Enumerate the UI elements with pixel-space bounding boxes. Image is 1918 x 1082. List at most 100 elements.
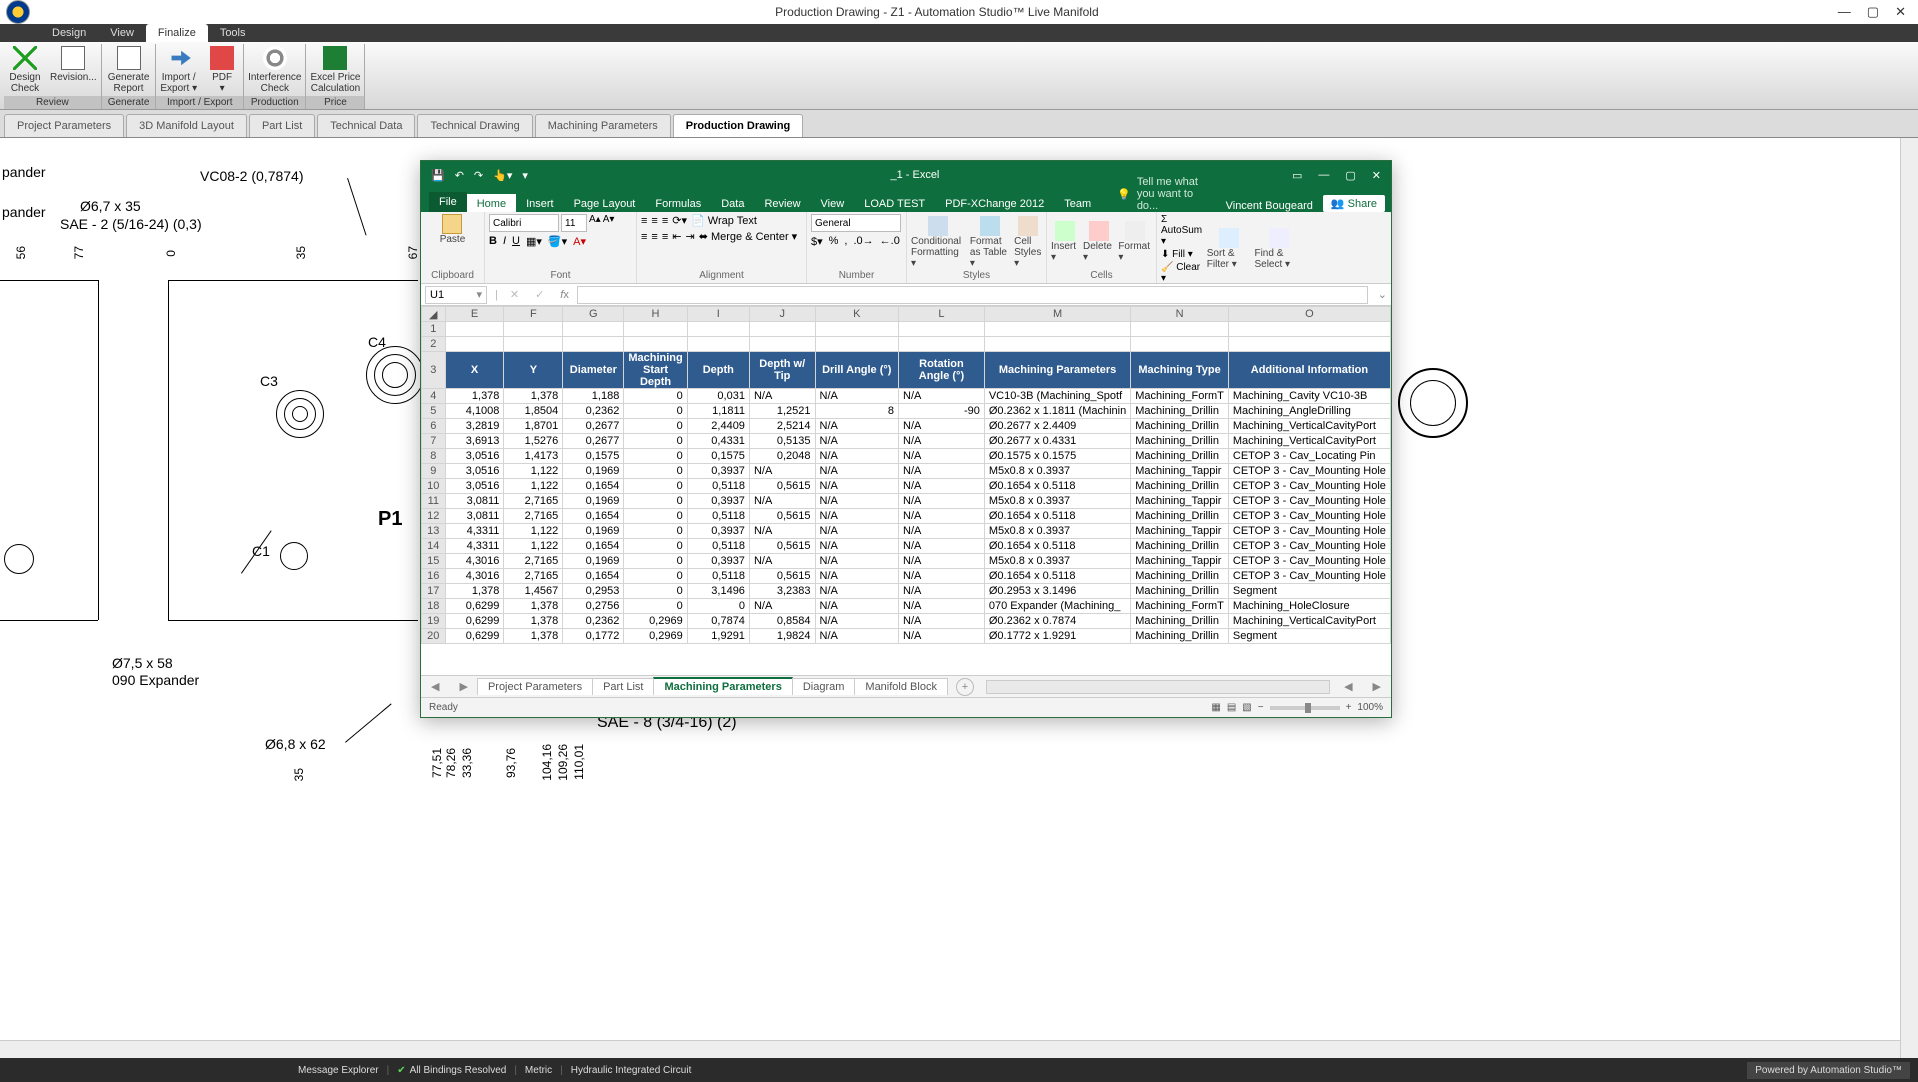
cell[interactable]: 1,378 [445,584,504,599]
cell[interactable]: Ø0.1654 x 0.5118 [984,539,1130,554]
cell[interactable] [984,322,1130,337]
cell[interactable]: 4,3311 [445,524,504,539]
excel-tab-team[interactable]: Team [1054,194,1101,214]
cell[interactable]: N/A [749,524,815,539]
col-header-L[interactable]: L [899,307,985,322]
app-tab-tools[interactable]: Tools [208,24,258,42]
font-grow-icon[interactable]: A▴ [589,214,601,232]
cell-styles-button[interactable]: Cell Styles ▾ [1014,216,1042,269]
cell[interactable]: 0,5118 [687,569,749,584]
app-tab-view[interactable]: View [98,24,146,42]
cell[interactable]: 3,1496 [687,584,749,599]
cell[interactable]: Ø0.2362 x 1.1811 (Machinin [984,404,1130,419]
cell[interactable]: N/A [899,449,985,464]
cell[interactable]: 0,2953 [563,584,624,599]
cell[interactable]: Machining_AngleDrilling [1228,404,1390,419]
cell[interactable]: N/A [815,539,899,554]
cell[interactable]: 0,1575 [563,449,624,464]
cell[interactable]: N/A [815,389,899,404]
excel-tab-data[interactable]: Data [711,194,754,214]
cell[interactable]: 4,1008 [445,404,504,419]
cell[interactable]: N/A [815,524,899,539]
cell[interactable]: 3,0516 [445,449,504,464]
select-all-cell[interactable]: ◢ [422,307,446,322]
cell[interactable]: N/A [899,494,985,509]
cell[interactable]: 0,2969 [624,614,687,629]
maximize-button[interactable]: ▢ [1867,4,1879,20]
cell[interactable]: N/A [815,584,899,599]
cell[interactable]: Machining_VerticalCavityPort [1228,434,1390,449]
cell[interactable]: Machining_Drillin [1131,449,1229,464]
col-header-O[interactable]: O [1228,307,1390,322]
add-sheet-button[interactable]: + [956,678,974,696]
cell[interactable]: N/A [815,554,899,569]
cell[interactable]: Machining_Drillin [1131,479,1229,494]
format-as-table-button[interactable]: Format as Table ▾ [970,216,1010,269]
cell[interactable]: 2,7165 [504,494,563,509]
row-header-7[interactable]: 7 [422,434,446,449]
excel-tab-pdf-xchange-2012[interactable]: PDF-XChange 2012 [935,194,1054,214]
cell[interactable]: N/A [815,479,899,494]
cell[interactable]: 0,031 [687,389,749,404]
cell[interactable]: 0 [624,434,687,449]
bold-button[interactable]: B [489,235,497,248]
vertical-scrollbar[interactable] [1900,138,1918,1058]
excel-tab-page-layout[interactable]: Page Layout [564,194,646,214]
interference-check[interactable]: InterferenceCheck [244,44,305,96]
cell[interactable]: 3,2819 [445,419,504,434]
cell[interactable]: N/A [899,419,985,434]
cell[interactable] [445,322,504,337]
font-color-button[interactable]: A▾ [573,235,586,248]
cell[interactable]: 1,4567 [504,584,563,599]
cell[interactable]: N/A [899,569,985,584]
cell[interactable] [984,337,1130,352]
cell[interactable]: 0 [624,509,687,524]
row-header-6[interactable]: 6 [422,419,446,434]
cell[interactable] [815,322,899,337]
align-left-icon[interactable]: ≡ [641,231,647,243]
italic-button[interactable]: I [503,235,506,248]
row-header-13[interactable]: 13 [422,524,446,539]
cell[interactable]: 0,2362 [563,614,624,629]
col-header-F[interactable]: F [504,307,563,322]
col-header-H[interactable]: H [624,307,687,322]
fx-icon[interactable]: fx [552,289,577,301]
cell[interactable] [1131,322,1229,337]
cell[interactable]: 0 [624,479,687,494]
cell[interactable] [687,337,749,352]
cell[interactable]: 0,3937 [687,464,749,479]
col-header-G[interactable]: G [563,307,624,322]
cell[interactable]: 0 [624,449,687,464]
cell[interactable]: 0,1654 [563,479,624,494]
row-header-10[interactable]: 10 [422,479,446,494]
cell[interactable]: N/A [899,614,985,629]
cell[interactable]: 3,0516 [445,479,504,494]
table-header[interactable]: X [445,352,504,389]
status-message-explorer[interactable]: Message Explorer [298,1065,379,1076]
cell[interactable]: N/A [749,554,815,569]
row-header-8[interactable]: 8 [422,449,446,464]
conditional-formatting-button[interactable]: Conditional Formatting ▾ [911,216,966,269]
cell[interactable]: 1,5276 [504,434,563,449]
cell[interactable]: Machining_Drillin [1131,569,1229,584]
cell[interactable]: CETOP 3 - Cav_Mounting Hole [1228,524,1390,539]
cell[interactable]: Machining_Tappir [1131,494,1229,509]
col-header-K[interactable]: K [815,307,899,322]
cell[interactable]: 0,2362 [563,404,624,419]
cell[interactable]: 0,6299 [445,599,504,614]
cell[interactable]: 1,122 [504,539,563,554]
cell[interactable]: Ø0.1654 x 0.5118 [984,569,1130,584]
row-header-18[interactable]: 18 [422,599,446,614]
cell[interactable]: 0 [687,599,749,614]
number-format-input[interactable] [811,214,901,232]
cell[interactable]: Ø0.2677 x 2.4409 [984,419,1130,434]
cell[interactable]: N/A [749,494,815,509]
excel-tab-home[interactable]: Home [467,194,516,214]
cell[interactable]: N/A [899,629,985,644]
cell[interactable]: 0,1654 [563,539,624,554]
cell[interactable]: 1,122 [504,464,563,479]
row-header-5[interactable]: 5 [422,404,446,419]
cell[interactable]: N/A [815,494,899,509]
cell[interactable]: 0,2756 [563,599,624,614]
cell[interactable]: 1,4173 [504,449,563,464]
